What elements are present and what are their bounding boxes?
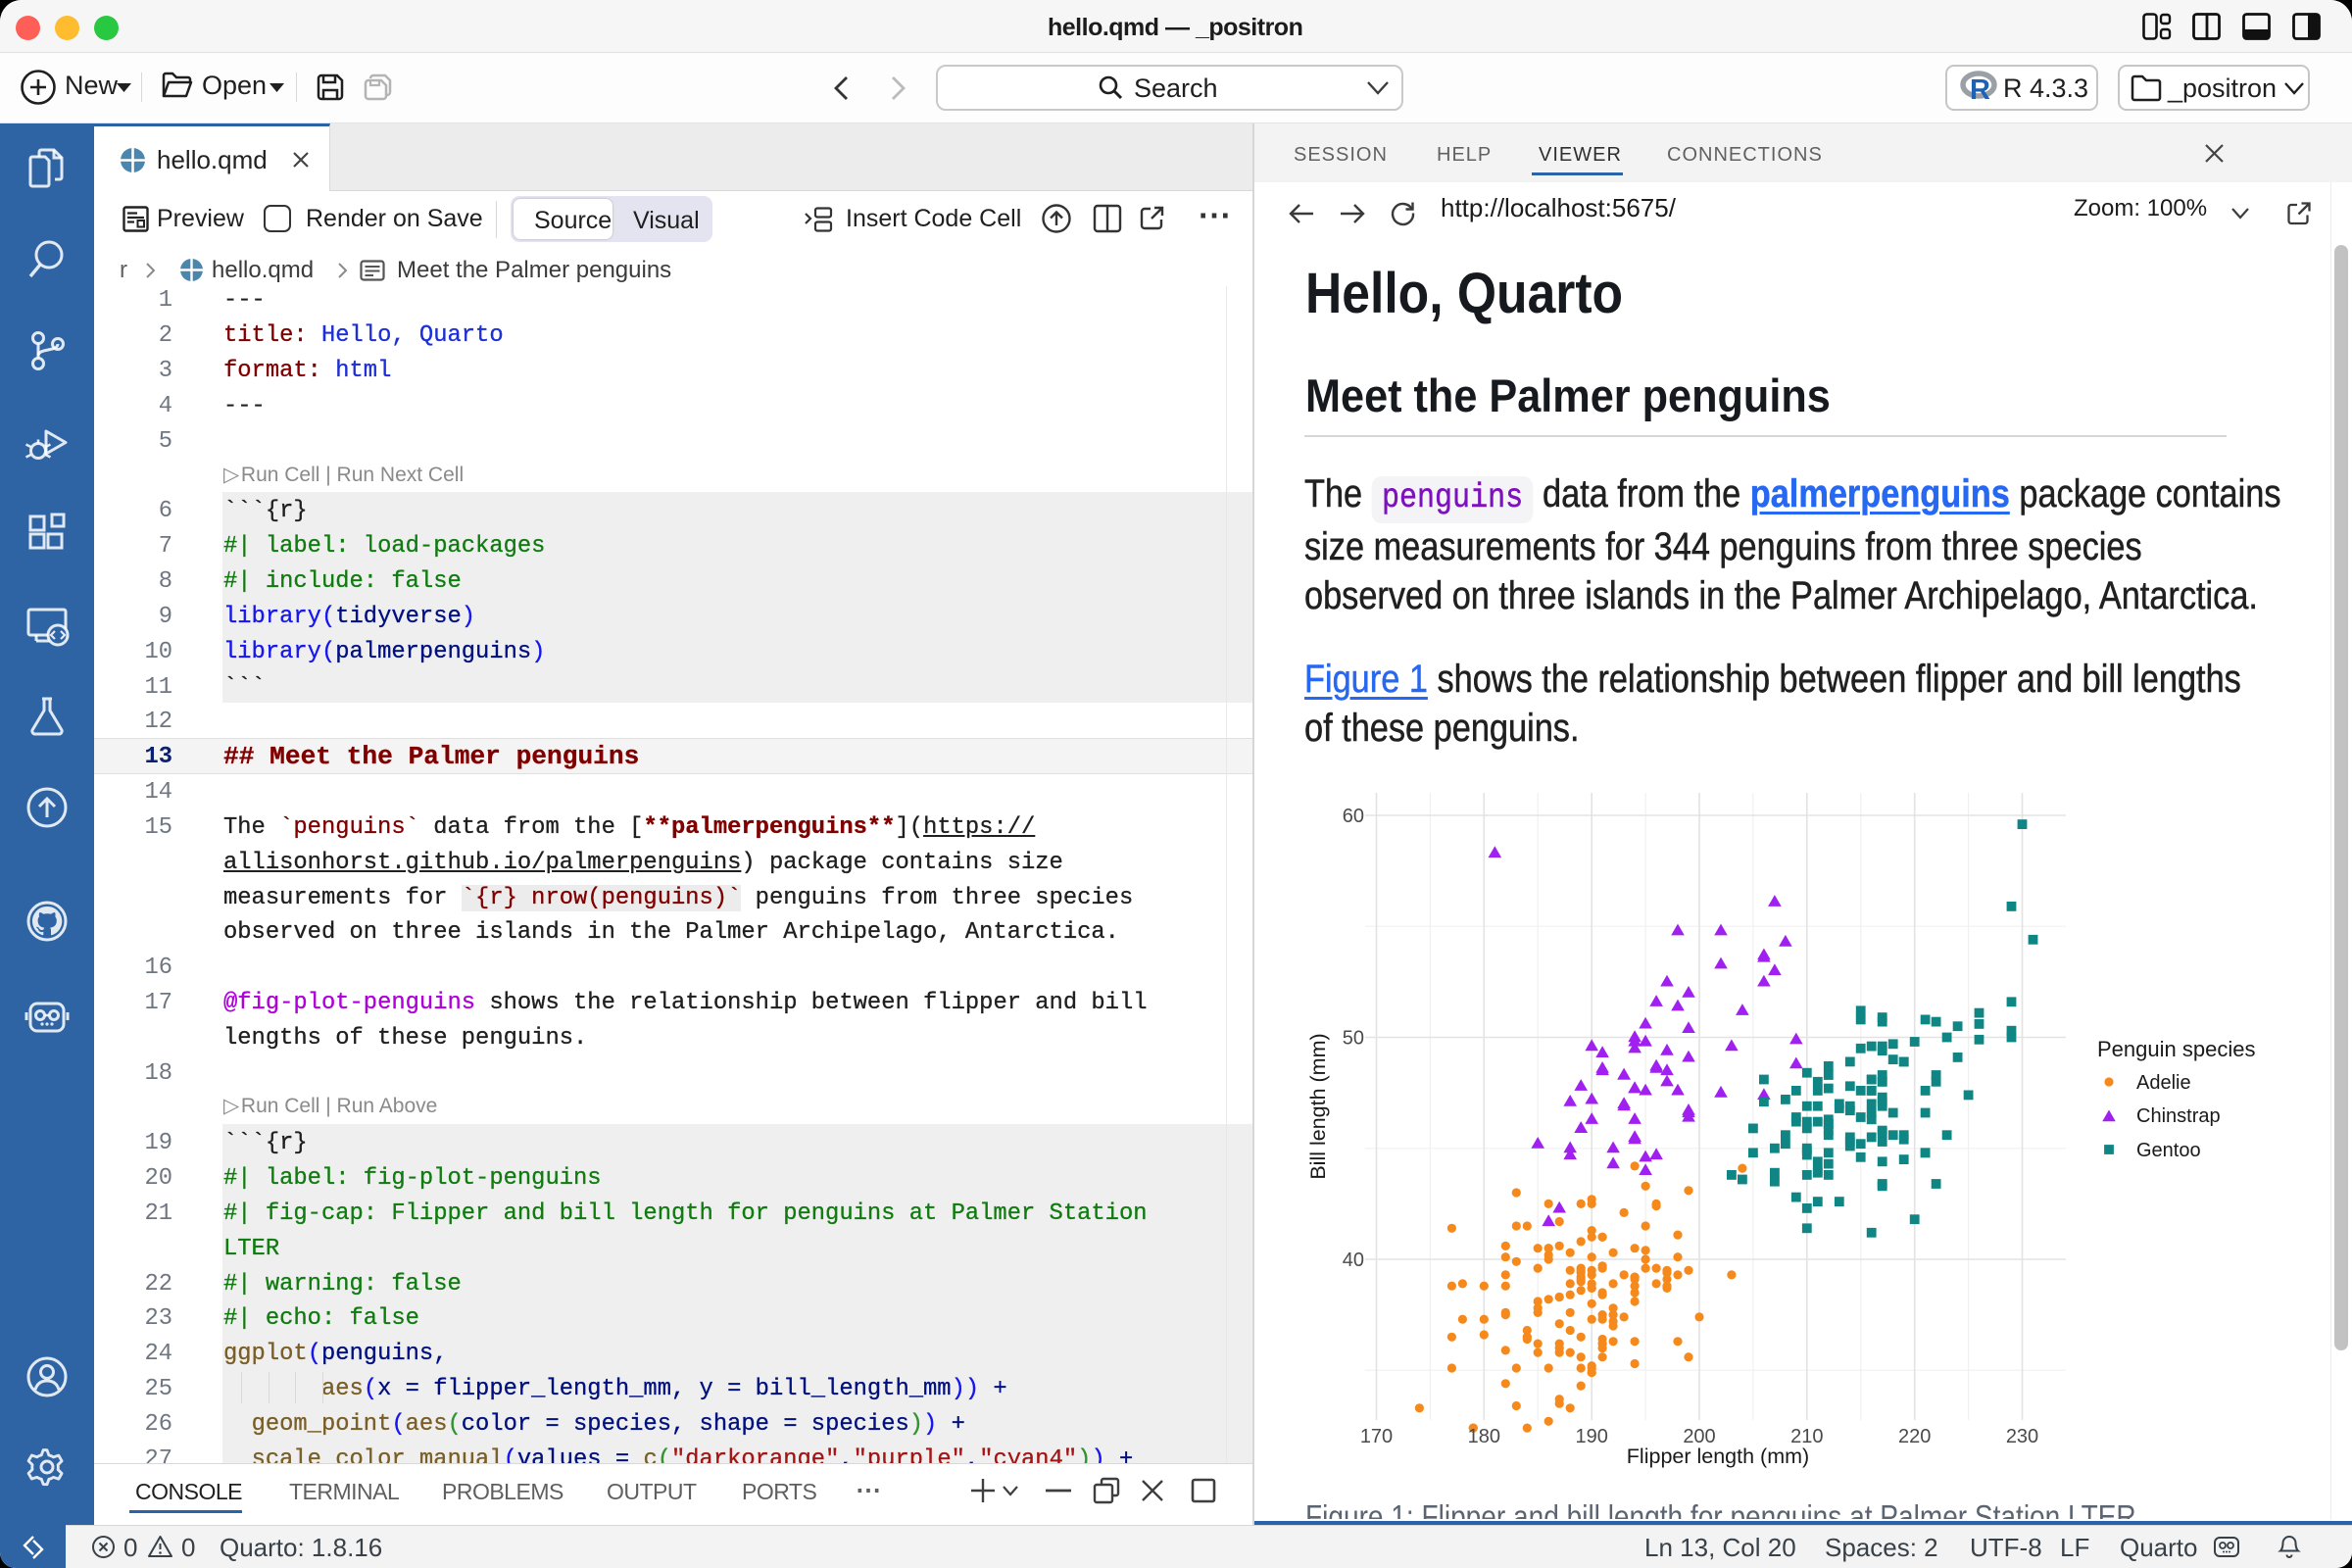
svg-text:40: 40	[1343, 1250, 1364, 1271]
svg-text:Gentoo: Gentoo	[2136, 1140, 2201, 1161]
svg-text:50: 50	[1343, 1028, 1364, 1050]
svg-text:Adelie: Adelie	[2136, 1072, 2191, 1094]
svg-text:Flipper length (mm): Flipper length (mm)	[1627, 1445, 1809, 1468]
svg-text:Chinstrap: Chinstrap	[2136, 1105, 2221, 1127]
svg-text:60: 60	[1343, 806, 1364, 827]
svg-text:230: 230	[2006, 1426, 2038, 1447]
svg-text:Bill length (mm): Bill length (mm)	[1306, 1033, 1330, 1179]
svg-text:220: 220	[1898, 1426, 1931, 1447]
svg-text:190: 190	[1576, 1426, 1608, 1447]
svg-text:170: 170	[1360, 1426, 1393, 1447]
svg-text:180: 180	[1468, 1426, 1500, 1447]
svg-text:Penguin species: Penguin species	[2097, 1037, 2255, 1061]
